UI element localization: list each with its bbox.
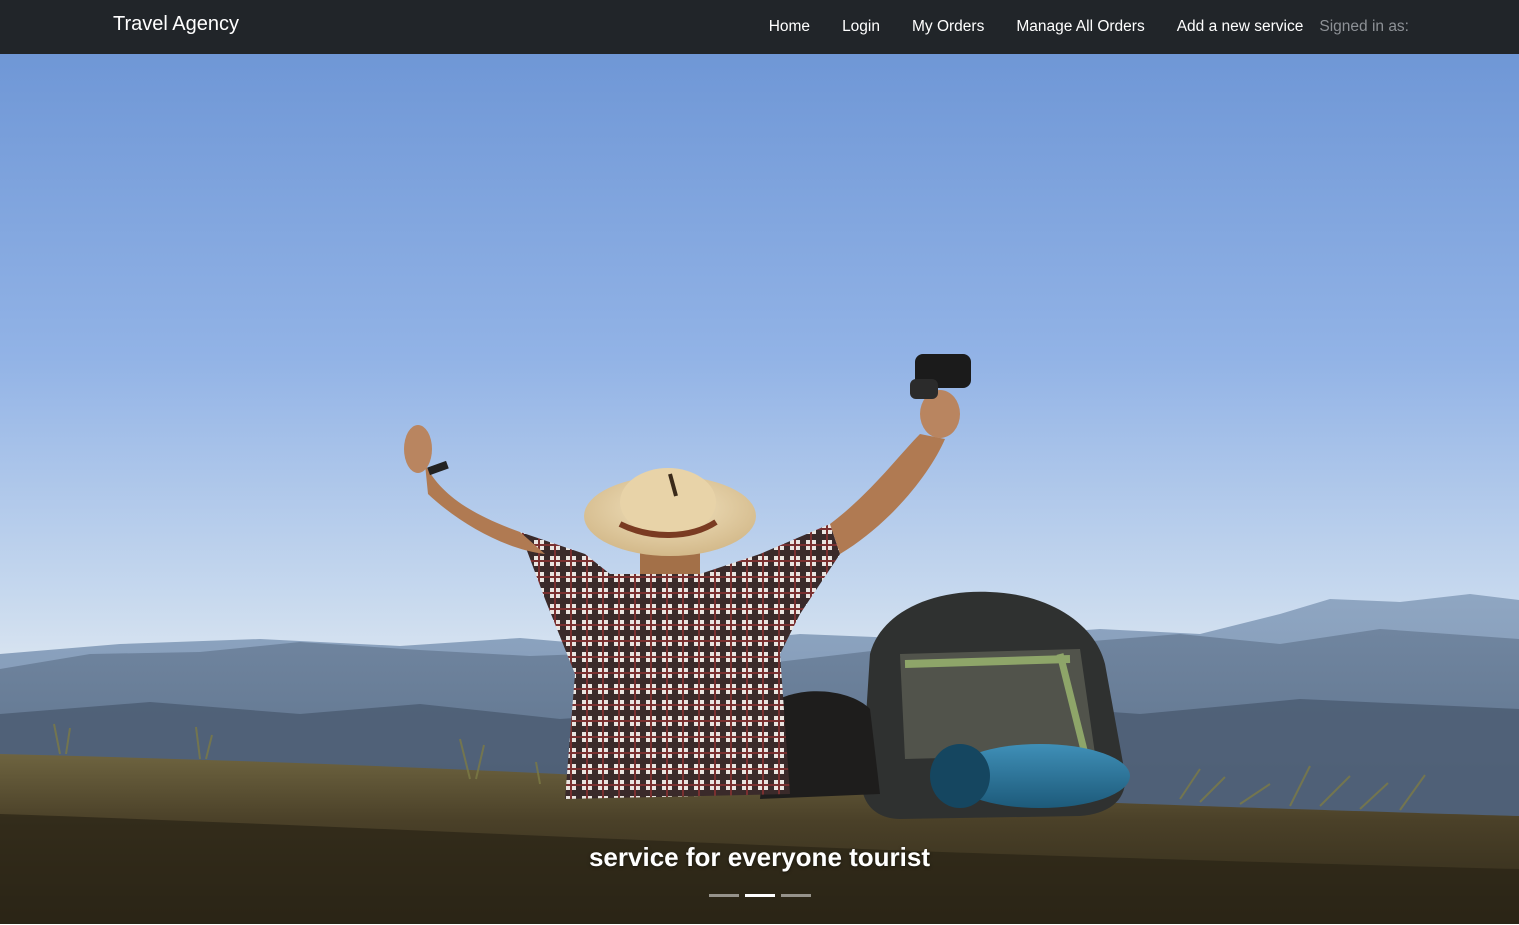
nav-link-add-service[interactable]: Add a new service <box>1177 18 1304 36</box>
navbar: Travel Agency Home Login My Orders Manag… <box>0 0 1519 54</box>
hero-image <box>0 54 1519 924</box>
carousel-caption: service for everyone tourist <box>588 842 931 872</box>
signed-in-label: Signed in as: <box>1319 18 1409 35</box>
hero-carousel: service for everyone tourist <box>0 54 1519 924</box>
carousel-indicators <box>0 894 1519 897</box>
carousel-indicator-3[interactable] <box>780 894 811 897</box>
nav-link-home[interactable]: Home <box>769 18 810 36</box>
carousel-indicator-1[interactable] <box>708 894 739 897</box>
nav-link-my-orders[interactable]: My Orders <box>912 18 984 36</box>
nav-link-manage-all-orders[interactable]: Manage All Orders <box>1016 18 1144 36</box>
brand-link[interactable]: Travel Agency <box>113 13 239 36</box>
nav-link-login[interactable]: Login <box>842 18 880 36</box>
carousel-indicator-2[interactable] <box>744 894 775 897</box>
nav-links: Home Login My Orders Manage All Orders A… <box>769 0 1409 54</box>
